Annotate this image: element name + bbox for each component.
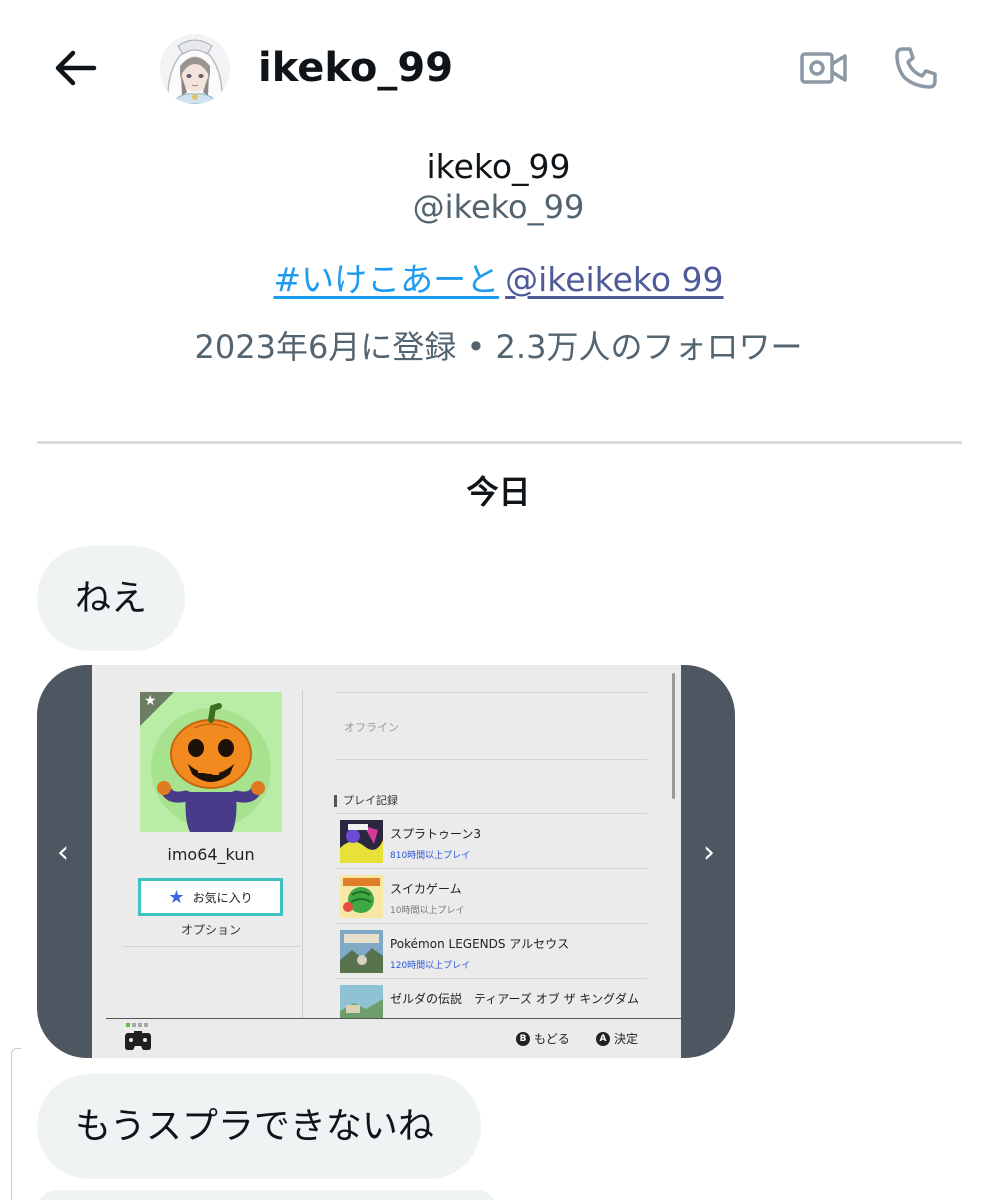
message-text: もうスプラできないね (75, 1105, 434, 1147)
scroll-edge-indicator (11, 1048, 21, 1200)
game-title: Pokémon LEGENDS アルセウス (390, 937, 570, 951)
back-button[interactable] (50, 44, 100, 92)
online-status: オフライン (344, 721, 399, 734)
star-icon: ★ (144, 693, 157, 709)
favorite-label: お気に入り (192, 890, 253, 905)
game-thumbnail (340, 985, 383, 1018)
game-row: スプラトゥーン3 810時間以上プレイ (335, 813, 647, 868)
previous-arrow-icon: ‹ (57, 835, 69, 870)
voice-call-button[interactable] (888, 40, 944, 96)
game-playtime: 10時間以上プレイ (390, 906, 465, 916)
divider (335, 692, 647, 693)
bio-mention-link[interactable]: @ikeikeko 99 (505, 260, 723, 299)
profile-bio: #いけこあーと @ikeikeko 99 (0, 257, 997, 303)
game-console-profile-screen: ★ imo64_kun ★ お気に入り オプション オフライン プレイ記録 スプ… (92, 665, 681, 1058)
b-button-icon: B (516, 1031, 530, 1046)
arrow-left-icon (55, 50, 97, 86)
game-playtime: 120時間以上プレイ (390, 961, 471, 971)
video-camera-icon (800, 52, 847, 84)
game-thumbnail (340, 820, 383, 863)
profile-meta: 2023年6月に登録 • 2.3万人のフォロワー (194, 328, 803, 366)
message-text: ねえ (75, 577, 148, 619)
divider (37, 441, 962, 444)
confirm-hint-label: 決定 (614, 1032, 639, 1046)
a-button-icon: A (596, 1031, 610, 1046)
star-icon: ★ (168, 886, 185, 908)
play-record-heading: プレイ記録 (334, 795, 398, 807)
message-bubble[interactable] (37, 1190, 497, 1200)
scrollbar (672, 673, 675, 799)
controller-icon (125, 1031, 151, 1050)
avatar[interactable] (160, 34, 230, 104)
game-title: スプラトゥーン3 (390, 827, 482, 841)
next-arrow-icon: › (703, 835, 715, 870)
game-title: スイカゲーム (390, 882, 462, 896)
back-hint-label: もどる (534, 1032, 570, 1046)
confirm-hint: A 決定 (596, 1030, 638, 1047)
avatar-illustration (160, 34, 230, 104)
video-call-button[interactable] (796, 40, 852, 96)
day-separator: 今日 (466, 473, 531, 511)
game-thumbnail (340, 930, 383, 973)
phone-icon (895, 47, 937, 89)
game-thumbnail (340, 875, 383, 918)
controller-indicator (126, 1023, 148, 1027)
bio-hashtag-link[interactable]: #いけこあーと (273, 260, 499, 299)
game-playtime: 810時間以上プレイ (390, 851, 471, 861)
user-icon-image: ★ (140, 692, 282, 832)
divider (335, 759, 647, 760)
message-bubble[interactable]: もうスプラできないね (37, 1074, 481, 1179)
option-label: オプション (122, 921, 300, 947)
back-hint: B もどる (516, 1030, 570, 1047)
image-attachment[interactable]: ‹ › ★ imo64_kun ★ お気に入り オプション オフライン プレイ記… (37, 665, 735, 1058)
conversation-header: ikeko_99 (0, 0, 997, 135)
game-row: Pokémon LEGENDS アルセウス 120時間以上プレイ (335, 923, 647, 978)
profile-name[interactable]: ikeko_99 (0, 145, 997, 189)
friend-username: imo64_kun (167, 845, 255, 864)
favorite-button: ★ お気に入り (138, 878, 283, 916)
profile-handle[interactable]: @ikeko_99 (0, 185, 997, 229)
screen-footer: B もどる A 決定 (106, 1018, 681, 1058)
header-display-name[interactable]: ikeko_99 (258, 40, 453, 96)
game-row: スイカゲーム 10時間以上プレイ (335, 868, 647, 923)
vertical-divider (302, 690, 303, 1020)
message-bubble[interactable]: ねえ (37, 546, 185, 651)
game-row: ゼルダの伝説 ティアーズ オブ ザ キングダム (335, 978, 647, 1018)
game-title: ゼルダの伝説 ティアーズ オブ ザ キングダム (390, 992, 640, 1006)
